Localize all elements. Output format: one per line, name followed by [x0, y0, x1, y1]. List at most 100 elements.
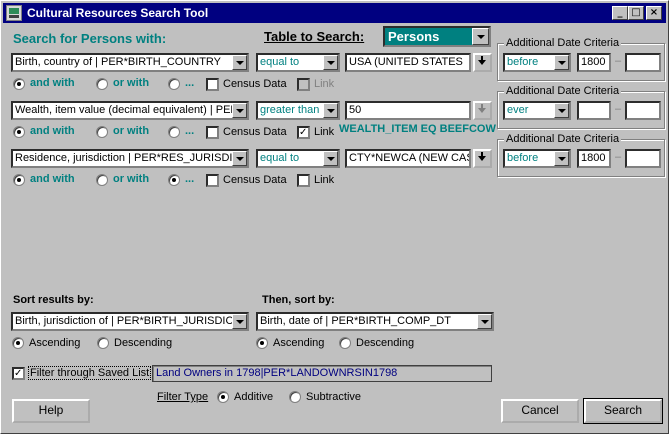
maximize-button[interactable]: □	[628, 6, 644, 20]
date-criteria-1-op-value: before	[507, 56, 539, 68]
criteria-2-field-value: Wealth, item value (decimal equivalent) …	[15, 104, 247, 116]
criteria-1-field-select[interactable]: Birth, country of | PER*BIRTH_COUNTRY	[11, 53, 249, 72]
date-criteria-3-to-input[interactable]	[625, 149, 661, 168]
sort-first-field-select[interactable]: Birth, jurisdiction of | PER*BIRTH_JURIS…	[11, 312, 249, 331]
criteria-2-more-radio[interactable]	[168, 126, 180, 138]
criteria-2-and-radio[interactable]	[13, 126, 25, 138]
chevron-down-icon[interactable]	[232, 55, 247, 70]
criteria-1-and-radio[interactable]	[13, 78, 25, 90]
filter-saved-list-checkbox[interactable]	[12, 367, 25, 380]
criteria-1-value-input[interactable]: USA (UNITED STATES	[345, 53, 471, 72]
chevron-down-icon[interactable]	[232, 103, 247, 118]
chevron-down-icon[interactable]	[477, 314, 492, 329]
sort-first-descending-radio[interactable]	[97, 337, 109, 349]
filter-additive-label: Additive	[234, 391, 274, 403]
criteria-2-more-label: ...	[185, 125, 195, 137]
criteria-1-and-label: and with	[30, 77, 75, 89]
chevron-down-icon[interactable]	[554, 151, 569, 166]
criteria-2-value-input[interactable]: 50	[345, 101, 471, 120]
window-title: Cultural Resources Search Tool	[27, 6, 209, 20]
criteria-3-field-value: Residence, jurisdiction | PER*RES_JURISD…	[15, 152, 249, 164]
criteria-2-field-select[interactable]: Wealth, item value (decimal equivalent) …	[11, 101, 249, 120]
criteria-1-census-label: Census Data	[223, 78, 287, 90]
criteria-1-more-radio[interactable]	[168, 78, 180, 90]
help-button[interactable]: Help	[12, 399, 90, 423]
title-bar: Cultural Resources Search Tool _ □ ×	[3, 3, 666, 23]
sort-then-descending-label: Descending	[356, 337, 415, 349]
date-criteria-1-separator: –	[615, 55, 622, 67]
table-to-search-select[interactable]: Persons	[383, 26, 491, 47]
criteria-1-link-label: Link	[314, 78, 335, 90]
criteria-1-lookup-button[interactable]	[473, 53, 492, 72]
date-criteria-2-to-input[interactable]	[625, 101, 661, 120]
criteria-3-or-label: or with	[113, 173, 150, 185]
chevron-down-icon[interactable]	[323, 55, 338, 70]
date-criteria-2-title: Additional Date Criteria	[504, 85, 622, 97]
criteria-2-link-label: Link	[314, 126, 335, 138]
criteria-3-operator-select[interactable]: equal to	[256, 149, 340, 168]
sort-then-ascending-label: Ascending	[273, 337, 325, 349]
filter-subtractive-label: Subtractive	[306, 391, 362, 403]
criteria-3-lookup-button[interactable]	[473, 149, 492, 168]
sort-then-field-select[interactable]: Birth, date of | PER*BIRTH_COMP_DT	[256, 312, 494, 331]
criteria-1-census-checkbox[interactable]	[206, 78, 219, 91]
chevron-down-icon[interactable]	[232, 314, 247, 329]
criteria-2-or-radio[interactable]	[96, 126, 108, 138]
criteria-3-and-radio[interactable]	[13, 174, 25, 186]
criteria-3-more-label: ...	[185, 173, 195, 185]
cancel-button[interactable]: Cancel	[501, 399, 579, 423]
criteria-1-field-value: Birth, country of | PER*BIRTH_COUNTRY	[15, 56, 222, 68]
criteria-3-value-input[interactable]: CTY*NEWCA (NEW CASTLE)	[345, 149, 471, 168]
criteria-1-more-label: ...	[185, 77, 195, 89]
criteria-3-or-radio[interactable]	[96, 174, 108, 186]
date-criteria-2-from-input[interactable]	[577, 101, 611, 120]
criteria-3-more-radio[interactable]	[168, 174, 180, 186]
date-criteria-3-separator: –	[615, 151, 622, 163]
criteria-3-link-label: Link	[314, 174, 335, 186]
minimize-button[interactable]: _	[612, 6, 628, 20]
criteria-3-census-checkbox[interactable]	[206, 174, 219, 187]
sort-then-descending-radio[interactable]	[339, 337, 351, 349]
sort-first-ascending-radio[interactable]	[12, 337, 24, 349]
criteria-3-census-label: Census Data	[223, 174, 287, 186]
criteria-1-operator-select[interactable]: equal to	[256, 53, 340, 72]
criteria-2-and-label: and with	[30, 125, 75, 137]
table-to-search-label: Table to Search:	[264, 29, 365, 44]
chevron-down-icon[interactable]	[232, 151, 247, 166]
criteria-2-lookup-button[interactable]	[473, 101, 492, 120]
criteria-1-or-label: or with	[113, 77, 150, 89]
sort-by-label: Sort results by:	[13, 294, 94, 306]
sort-then-ascending-radio[interactable]	[256, 337, 268, 349]
chevron-down-icon[interactable]	[554, 103, 569, 118]
date-criteria-1-title: Additional Date Criteria	[504, 37, 622, 49]
chevron-down-icon[interactable]	[323, 151, 338, 166]
criteria-2-census-label: Census Data	[223, 126, 287, 138]
criteria-1-link-checkbox[interactable]	[297, 78, 310, 91]
date-criteria-3-from-input[interactable]: 1800	[577, 149, 611, 168]
filter-additive-radio[interactable]	[217, 391, 229, 403]
date-criteria-3-op-value: before	[507, 152, 539, 164]
app-icon	[6, 5, 22, 21]
criteria-1-or-radio[interactable]	[96, 78, 108, 90]
criteria-2-link-checkbox[interactable]	[297, 126, 310, 139]
criteria-3-and-label: and with	[30, 173, 75, 185]
chevron-down-icon[interactable]	[323, 103, 338, 118]
filter-saved-list-label: Filter through Saved List	[28, 366, 152, 380]
chevron-down-icon[interactable]	[554, 55, 569, 70]
date-criteria-3-op-select[interactable]: before	[503, 149, 571, 168]
search-button[interactable]: Search	[583, 398, 663, 424]
criteria-3-field-select[interactable]: Residence, jurisdiction | PER*RES_JURISD…	[11, 149, 249, 168]
date-criteria-2-op-select[interactable]: ever	[503, 101, 571, 120]
date-criteria-3-title: Additional Date Criteria	[504, 133, 622, 145]
date-criteria-1-to-input[interactable]	[625, 53, 661, 72]
chevron-down-icon[interactable]	[472, 28, 489, 45]
criteria-2-operator-select[interactable]: greater than	[256, 101, 340, 120]
saved-list-field[interactable]: Land Owners in 1798|PER*LANDOWNRSIN1798	[152, 365, 492, 382]
date-criteria-1-from-input[interactable]: 1800	[577, 53, 611, 72]
filter-subtractive-radio[interactable]	[289, 391, 301, 403]
close-button[interactable]: ×	[646, 6, 662, 20]
criteria-2-census-checkbox[interactable]	[206, 126, 219, 139]
criteria-3-link-checkbox[interactable]	[297, 174, 310, 187]
date-criteria-1-op-select[interactable]: before	[503, 53, 571, 72]
criteria-2-operator-value: greater than	[260, 104, 320, 116]
